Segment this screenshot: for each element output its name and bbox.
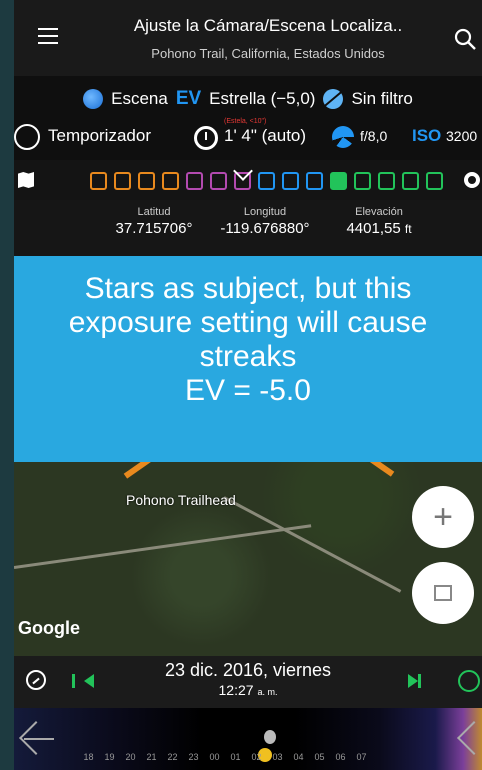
- skip-forward-icon[interactable]: [408, 674, 421, 688]
- ev-scale-step[interactable]: [138, 172, 155, 190]
- aperture-value[interactable]: f/8,0: [360, 128, 387, 144]
- timeline-right-arrow-icon[interactable]: [457, 721, 482, 755]
- timeline[interactable]: 18 19 20 21 22 23 00 01 02 03 04 05 06 07: [14, 708, 482, 770]
- calendar-list-icon[interactable]: [458, 670, 480, 692]
- app-frame: Ajuste la Cámara/Escena Localiza.. Pohon…: [14, 0, 482, 770]
- map-road: [223, 496, 402, 593]
- shutter-clock-icon[interactable]: [194, 126, 218, 150]
- ev-scale-step[interactable]: [114, 172, 131, 190]
- elevation-label: Elevación: [355, 206, 403, 218]
- iso-value[interactable]: 3200: [446, 128, 477, 144]
- shutter-note: (Estela, <10"): [224, 118, 267, 125]
- latitude-value: 37.715706°: [115, 220, 193, 237]
- timeline-hour: 18: [83, 752, 94, 762]
- gear-icon[interactable]: [464, 172, 480, 188]
- ev-scale-step[interactable]: [162, 172, 179, 190]
- longitude-label: Longitud: [243, 206, 287, 218]
- scene-row: Escena EV Estrella (−5,0) Sin filtro: [14, 86, 482, 112]
- page-title: Ajuste la Cámara/Escena Localiza..: [133, 16, 403, 35]
- search-icon[interactable]: [454, 28, 476, 50]
- time-value: 12:27: [218, 682, 254, 698]
- overlay-line: Stars as subject, but this: [84, 272, 412, 305]
- latitude-label: Latitud: [137, 206, 171, 218]
- latitude: Latitud 37.715706°: [104, 206, 204, 237]
- map-road: [14, 524, 312, 569]
- scene-label[interactable]: Escena: [111, 89, 168, 109]
- exposure-row: Temporizador (Estela, <10") 1' 4" (auto)…: [14, 118, 482, 154]
- timeline-hour: 05: [314, 752, 325, 762]
- coordinates-panel: Latitud 37.715706° Longitud -119.676880°…: [14, 200, 482, 256]
- ev-label: EV: [175, 88, 202, 109]
- timeline-hour: 07: [356, 752, 367, 762]
- location-subtitle: Pohono Trail, California, Estados Unidos: [151, 46, 385, 61]
- overlay-line: EV = -5.0: [185, 374, 311, 407]
- timeline-hour: 22: [167, 752, 178, 762]
- timeline-hour: 21: [146, 752, 157, 762]
- timeline-hours: 18 19 20 21 22 23 00 01 02 03 04 05 06 07: [78, 752, 372, 762]
- ev-scale-step[interactable]: [330, 172, 347, 190]
- filter-icon[interactable]: [323, 89, 344, 109]
- elevation-value: 4401,55 ft: [324, 220, 434, 237]
- longitude-value: -119.676880°: [220, 220, 310, 237]
- timeline-hour: 01: [230, 752, 241, 762]
- timeline-hour: 03: [272, 752, 283, 762]
- ev-scale-step[interactable]: [378, 172, 395, 190]
- map-icon[interactable]: [18, 172, 34, 188]
- elevation-unit: ft: [404, 222, 412, 236]
- elevation: Elevación 4401,55 ft: [324, 206, 434, 237]
- longitude: Longitud -119.676880°: [210, 206, 320, 237]
- overlay-line: streaks: [199, 340, 297, 373]
- timer-icon[interactable]: [14, 124, 40, 150]
- date-label[interactable]: 23 dic. 2016, viernes: [138, 660, 358, 681]
- zoom-in-button[interactable]: +: [412, 486, 474, 548]
- moon-icon: [264, 730, 276, 744]
- ev-scale-step[interactable]: [258, 172, 275, 190]
- iso-label: ISO: [412, 126, 442, 145]
- timeline-hour: 00: [209, 752, 220, 762]
- ev-scale-step[interactable]: [210, 172, 227, 190]
- timeline-hour: 19: [104, 752, 115, 762]
- ev-scale-step[interactable]: [186, 172, 203, 190]
- ev-scale-step[interactable]: [306, 172, 323, 190]
- scene-icon[interactable]: [83, 89, 104, 109]
- time-ampm: a. m.: [257, 687, 278, 697]
- timeline-hour: 06: [335, 752, 346, 762]
- filter-label[interactable]: Sin filtro: [351, 89, 412, 109]
- ev-value[interactable]: Estrella (−5,0): [209, 89, 315, 109]
- app-bar: Ajuste la Cámara/Escena Localiza.. Pohon…: [14, 0, 482, 76]
- timeline-hour: 23: [188, 752, 199, 762]
- map-place-label: Pohono Trailhead: [126, 492, 236, 508]
- ev-scale-step[interactable]: [282, 172, 299, 190]
- camera-settings: Escena EV Estrella (−5,0) Sin filtro Tem…: [14, 76, 482, 160]
- aperture-icon[interactable]: [332, 126, 354, 148]
- date-bar: 23 dic. 2016, viernes 12:27 a. m.: [14, 656, 482, 708]
- ev-scale-step[interactable]: [90, 172, 107, 190]
- ev-scale-step[interactable]: [402, 172, 419, 190]
- ev-scale-step[interactable]: [354, 172, 371, 190]
- ev-toolbar: [14, 160, 482, 200]
- overlay-line: exposure setting will cause: [68, 306, 428, 339]
- elevation-number: 4401,55: [346, 220, 401, 237]
- fullscreen-icon: [434, 585, 452, 601]
- time-label[interactable]: 12:27 a. m.: [138, 682, 358, 698]
- shutter-value[interactable]: 1' 4" (auto): [224, 126, 306, 146]
- map-attribution: Google: [18, 618, 80, 638]
- timeline-hour: 04: [293, 752, 304, 762]
- timer-label[interactable]: Temporizador: [48, 126, 151, 146]
- time-dial-icon[interactable]: [26, 670, 46, 690]
- timeline-hour: 02: [251, 752, 262, 762]
- fullscreen-button[interactable]: [412, 562, 474, 624]
- menu-icon[interactable]: [38, 28, 58, 44]
- exposure-warning-overlay: Stars as subject, but this exposure sett…: [14, 256, 482, 462]
- timeline-left-arrow-bar: [24, 738, 54, 740]
- timeline-hour: 20: [125, 752, 136, 762]
- skip-back-icon[interactable]: [72, 674, 94, 688]
- ev-scale-step[interactable]: [426, 172, 443, 190]
